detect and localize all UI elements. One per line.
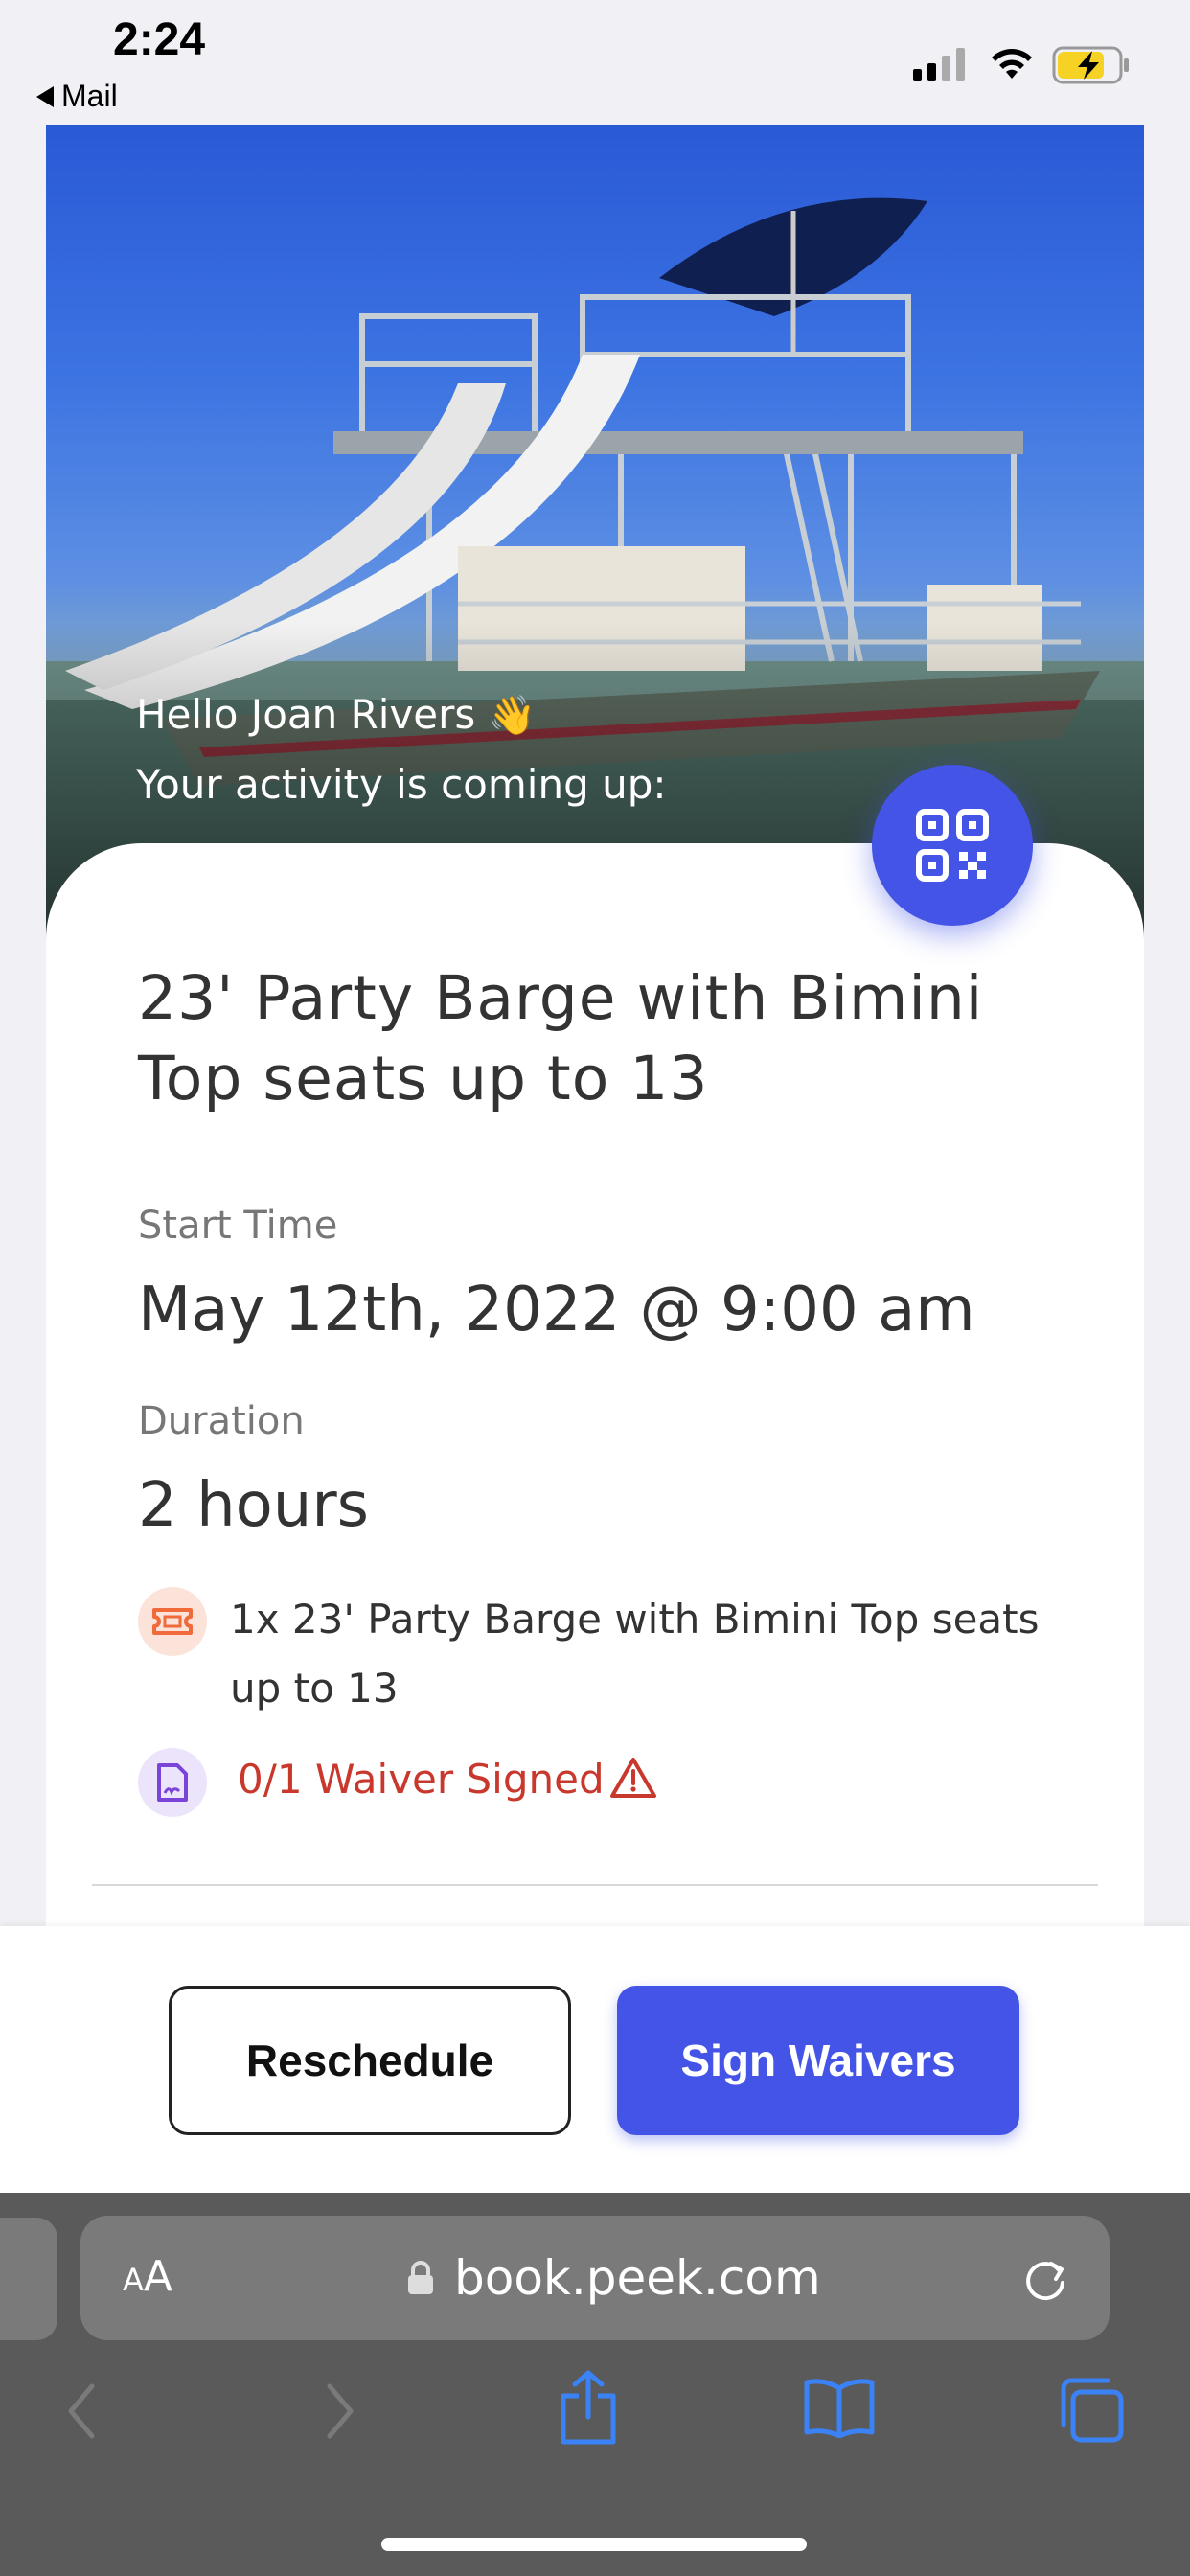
greeting-text: Hello Joan Rivers <box>136 691 476 738</box>
tabs-icon[interactable] <box>1056 2375 1125 2444</box>
waiver-document-icon <box>138 1748 207 1817</box>
card-divider <box>92 1884 1098 1886</box>
home-indicator[interactable] <box>381 2538 807 2551</box>
reload-icon[interactable] <box>1019 2256 1071 2308</box>
start-time-label: Start Time <box>138 1204 338 1248</box>
url-text[interactable]: book.peek.com <box>454 2250 821 2306</box>
status-bar: 2:24 Mail <box>0 0 1190 123</box>
back-app-label: Mail <box>61 79 118 113</box>
aa-big-glyph: A <box>143 2252 172 2301</box>
start-time-value: May 12th, 2022 @ 9:00 am <box>138 1275 975 1346</box>
bookmarks-icon[interactable] <box>803 2377 876 2438</box>
qr-code-button[interactable] <box>872 765 1033 926</box>
reader-text-size-button[interactable]: AA <box>123 2252 172 2301</box>
duration-label: Duration <box>138 1399 305 1443</box>
qr-code-icon <box>916 809 989 882</box>
forward-icon[interactable] <box>320 2380 358 2442</box>
duration-value: 2 hours <box>138 1470 369 1541</box>
clock: 2:24 <box>113 14 206 65</box>
back-to-mail-link[interactable]: Mail <box>36 79 118 114</box>
ticket-line: 1x 23' Party Barge with Bimini Top seats… <box>230 1596 1040 1712</box>
warning-icon <box>610 1758 656 1798</box>
aa-small-glyph: A <box>123 2262 144 2298</box>
waiver-status[interactable]: 0/1 Waiver Signed <box>238 1756 605 1803</box>
activity-title: 23' Party Barge with Bimini Top seats up… <box>138 963 984 1114</box>
back-icon[interactable] <box>63 2380 102 2442</box>
wifi-icon <box>992 49 1032 79</box>
previous-tab-stub[interactable] <box>0 2218 57 2340</box>
lock-icon <box>408 2261 433 2294</box>
ticket-icon <box>138 1587 207 1656</box>
wave-emoji: 👋 <box>488 694 537 738</box>
greeting-line: Hello Joan Rivers 👋 <box>136 680 667 750</box>
cellular-signal-icon <box>913 48 965 80</box>
battery-charging-icon <box>1052 46 1129 84</box>
reschedule-button[interactable]: Reschedule <box>169 1986 571 2135</box>
back-arrow-icon <box>36 85 54 107</box>
share-icon[interactable] <box>558 2369 619 2446</box>
greeting-block: Hello Joan Rivers 👋 Your activity is com… <box>136 680 667 819</box>
greeting-subline: Your activity is coming up: <box>136 761 667 808</box>
sign-waivers-button[interactable]: Sign Waivers <box>617 1986 1019 2135</box>
